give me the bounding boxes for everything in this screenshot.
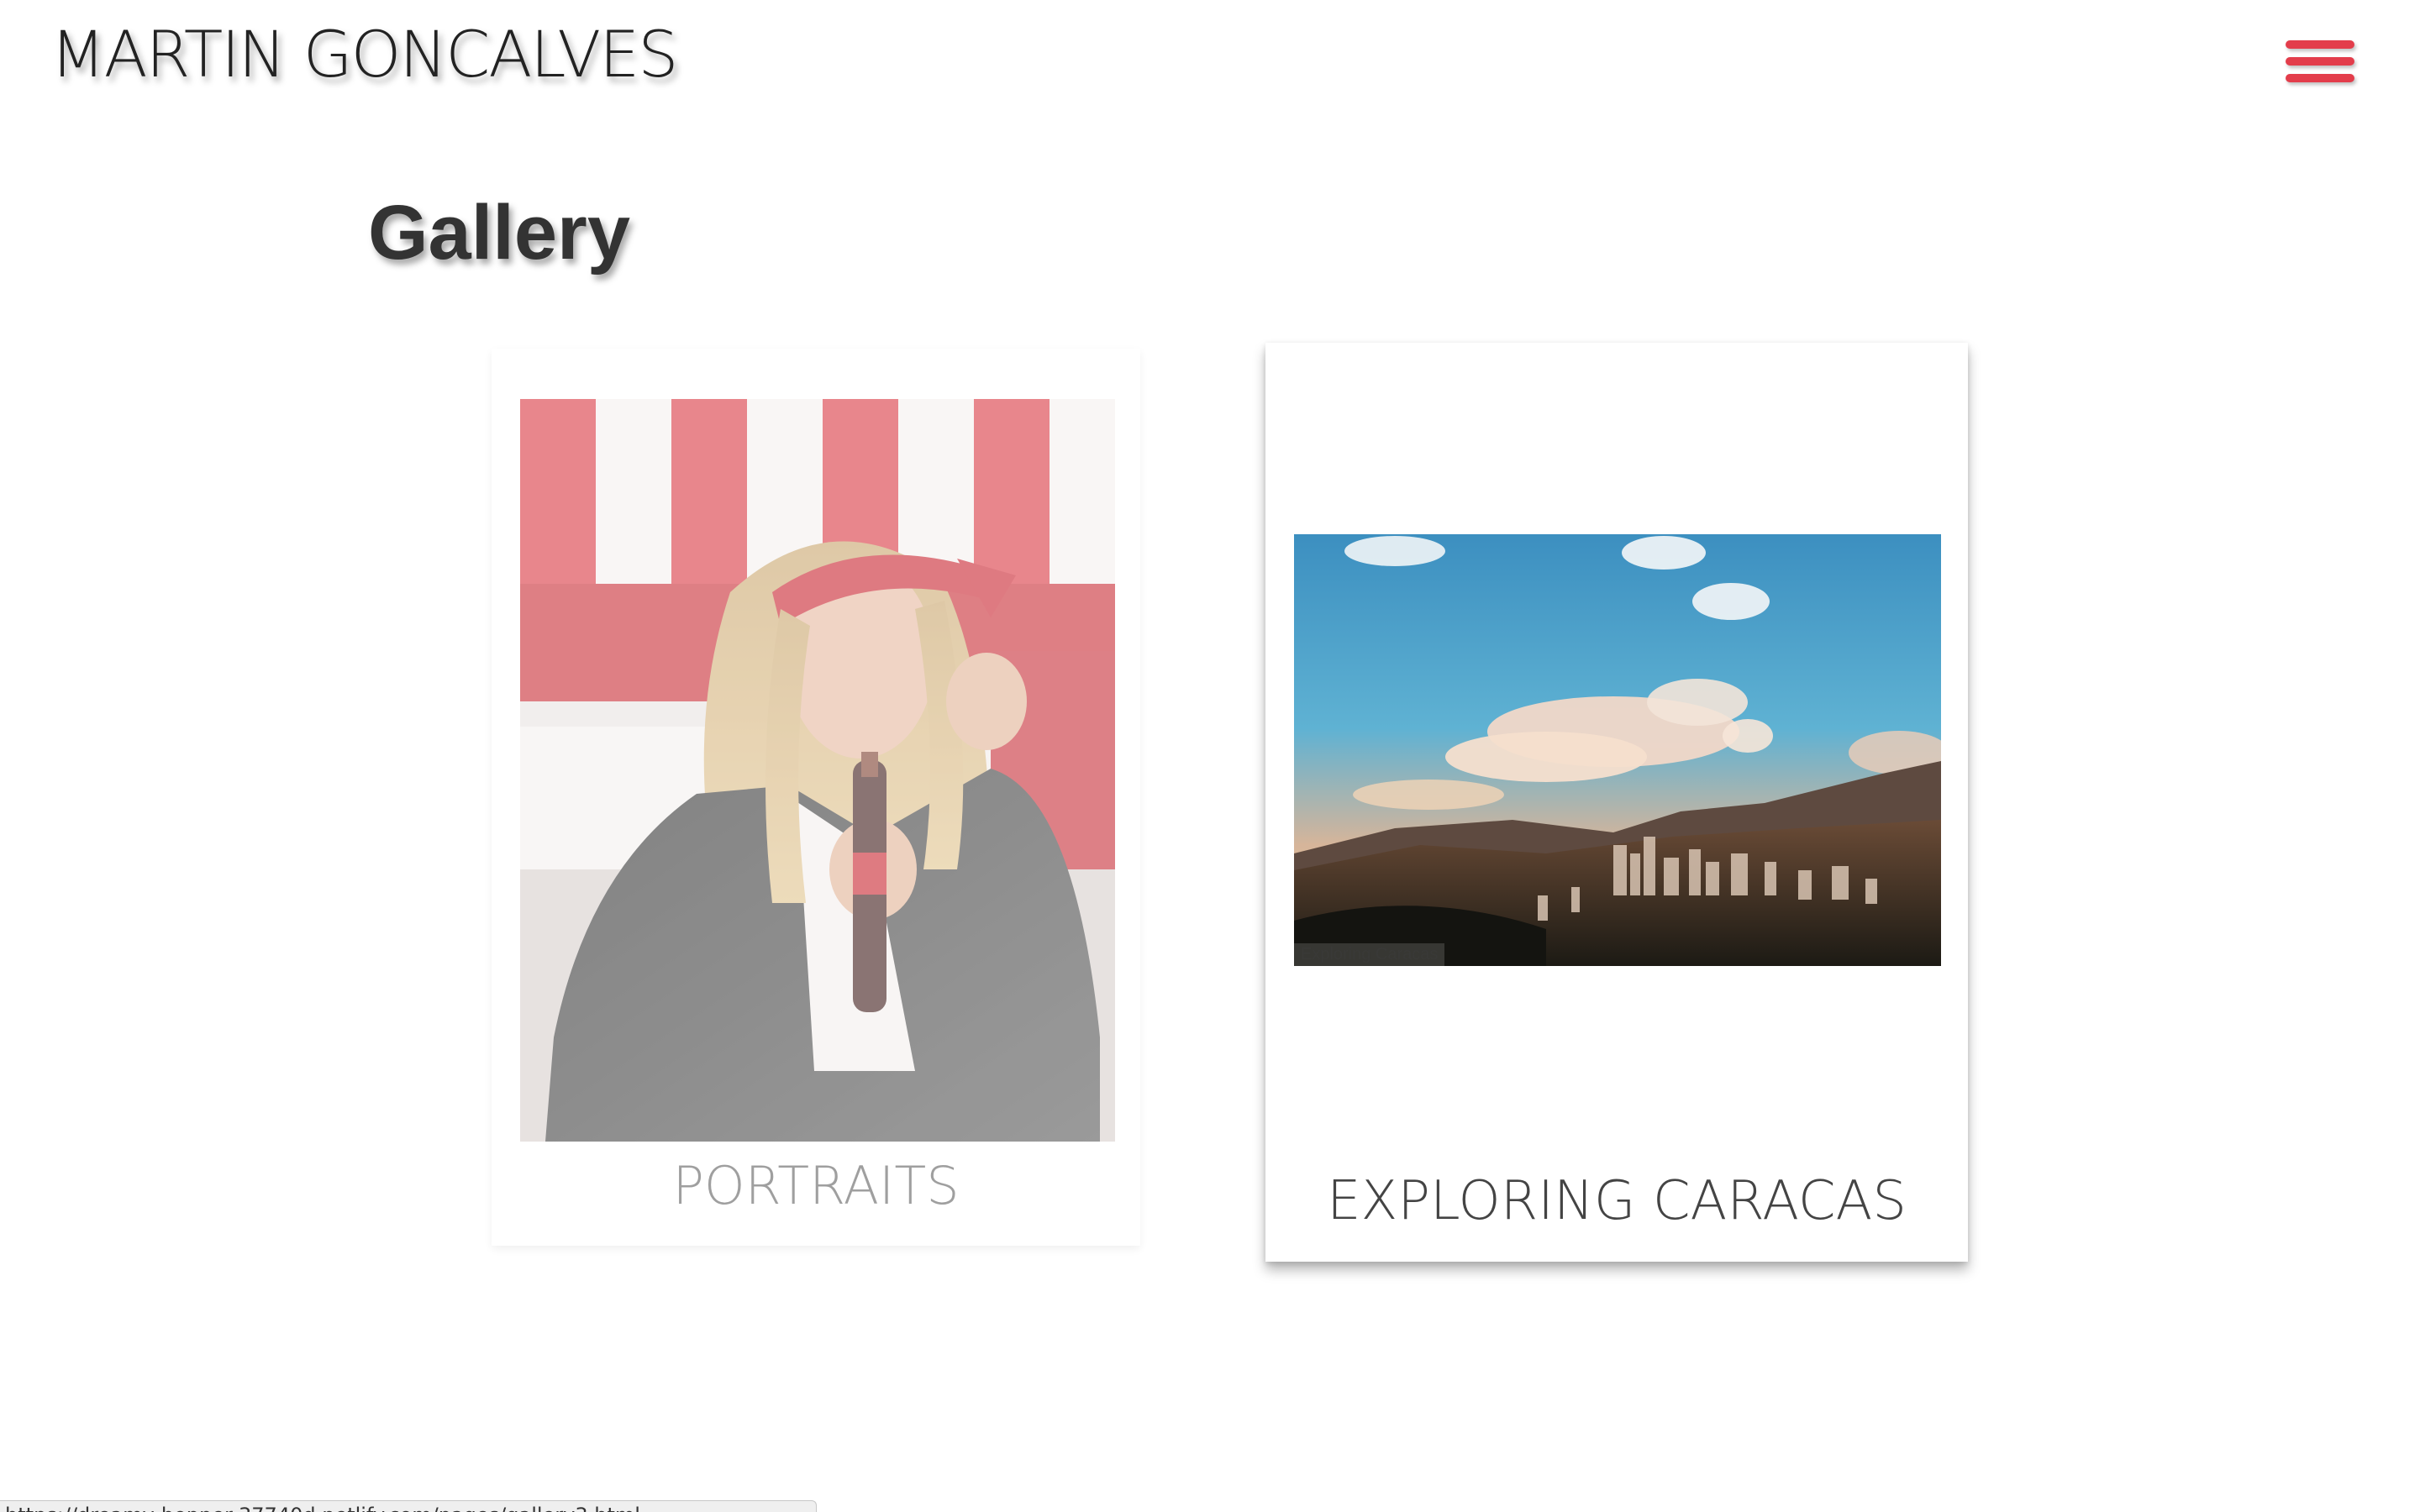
gallery-card-portraits[interactable]: PORTRAITS: [492, 349, 1140, 1246]
image-overlay-caption: Exploring Caracas: [1294, 943, 1445, 966]
menu-bar: [2286, 74, 2354, 82]
card-label-portraits[interactable]: PORTRAITS: [492, 1155, 1140, 1216]
hamburger-menu-icon[interactable]: [2286, 37, 2358, 92]
status-bar-url: https://dreamy-hopper-37740d.netlify.com…: [0, 1500, 817, 1512]
gallery-card-exploring-caracas[interactable]: Exploring Caracas EXPLORING CARACAS: [1265, 343, 1968, 1262]
page-title: Gallery: [368, 190, 630, 276]
menu-bar: [2286, 57, 2354, 66]
site-title[interactable]: MARTIN GONCALVES: [50, 17, 679, 92]
card-label-exploring-caracas[interactable]: EXPLORING CARACAS: [1265, 1170, 1968, 1232]
portrait-photo[interactable]: [520, 399, 1115, 1142]
caracas-photo[interactable]: Exploring Caracas: [1294, 534, 1941, 966]
menu-bar: [2286, 40, 2354, 49]
page: MARTIN GONCALVES Gallery PORTRAITS Explo…: [0, 0, 2420, 1512]
caracas-image: [1294, 534, 1941, 966]
portrait-image: [520, 399, 1115, 1142]
